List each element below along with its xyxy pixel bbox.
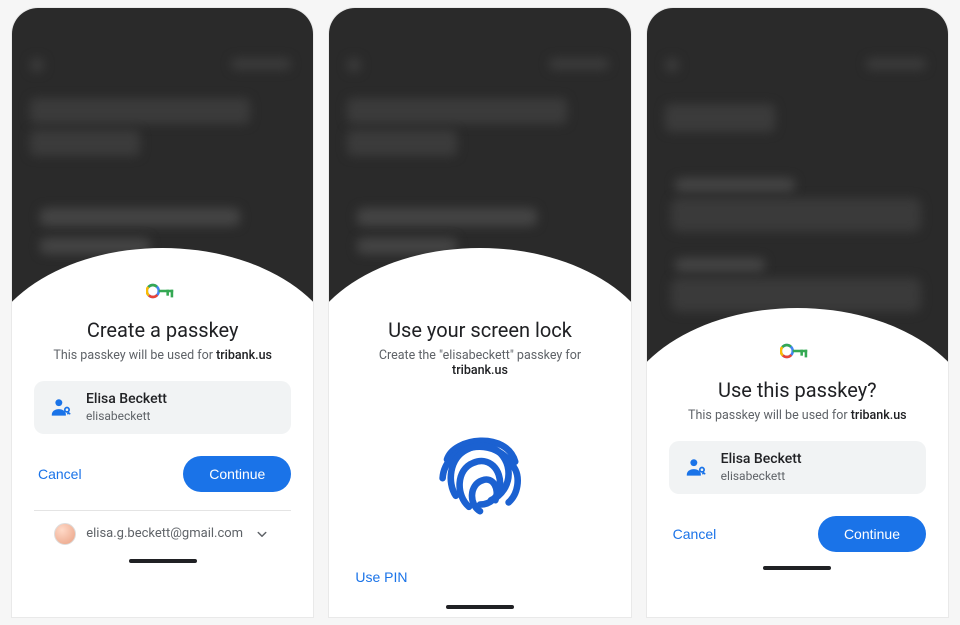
blurred-background bbox=[12, 8, 313, 308]
account-username: elisabeckett bbox=[86, 409, 167, 424]
sheet-title: Create a passkey bbox=[34, 318, 291, 342]
account-name: Elisa Beckett bbox=[721, 451, 802, 469]
chevron-down-icon bbox=[253, 525, 271, 543]
passkey-logo-icon bbox=[780, 342, 814, 360]
signed-in-account-row[interactable]: elisa.g.beckett@gmail.com bbox=[34, 510, 291, 545]
bottom-sheet: Use this passkey? This passkey will be u… bbox=[647, 368, 948, 617]
signed-in-email: elisa.g.beckett@gmail.com bbox=[86, 526, 243, 541]
account-chip[interactable]: Elisa Beckett elisabeckett bbox=[34, 381, 291, 434]
account-username: elisabeckett bbox=[721, 469, 802, 484]
sheet-subtitle: This passkey will be used for tribank.us bbox=[34, 348, 291, 363]
passkey-logo-icon bbox=[146, 282, 180, 300]
avatar bbox=[54, 523, 76, 545]
cancel-button[interactable]: Cancel bbox=[34, 460, 86, 488]
phone-screen-lock: Use your screen lock Create the "elisabe… bbox=[329, 8, 630, 617]
phone-create-passkey: Create a passkey This passkey will be us… bbox=[12, 8, 313, 617]
bottom-sheet: Create a passkey This passkey will be us… bbox=[12, 308, 313, 617]
fingerprint-icon[interactable] bbox=[425, 410, 535, 520]
home-indicator bbox=[763, 566, 831, 570]
continue-button[interactable]: Continue bbox=[183, 456, 291, 492]
sheet-subtitle: This passkey will be used for tribank.us bbox=[669, 408, 926, 423]
phone-use-passkey: Use this passkey? This passkey will be u… bbox=[647, 8, 948, 617]
three-phone-row: Create a passkey This passkey will be us… bbox=[0, 0, 960, 625]
person-passkey-icon bbox=[48, 394, 74, 420]
sheet-subtitle: Create the "elisabeckett" passkey for tr… bbox=[351, 348, 608, 378]
sheet-title: Use your screen lock bbox=[351, 318, 608, 342]
account-name: Elisa Beckett bbox=[86, 391, 167, 409]
blurred-background bbox=[647, 8, 948, 368]
blurred-background bbox=[329, 8, 630, 308]
home-indicator bbox=[129, 559, 197, 563]
home-indicator bbox=[446, 605, 514, 609]
cancel-button[interactable]: Cancel bbox=[669, 520, 721, 548]
sheet-title: Use this passkey? bbox=[669, 378, 926, 402]
bottom-sheet: Use your screen lock Create the "elisabe… bbox=[329, 308, 630, 617]
account-chip[interactable]: Elisa Beckett elisabeckett bbox=[669, 441, 926, 494]
person-passkey-icon bbox=[683, 454, 709, 480]
use-pin-button[interactable]: Use PIN bbox=[351, 563, 411, 591]
continue-button[interactable]: Continue bbox=[818, 516, 926, 552]
